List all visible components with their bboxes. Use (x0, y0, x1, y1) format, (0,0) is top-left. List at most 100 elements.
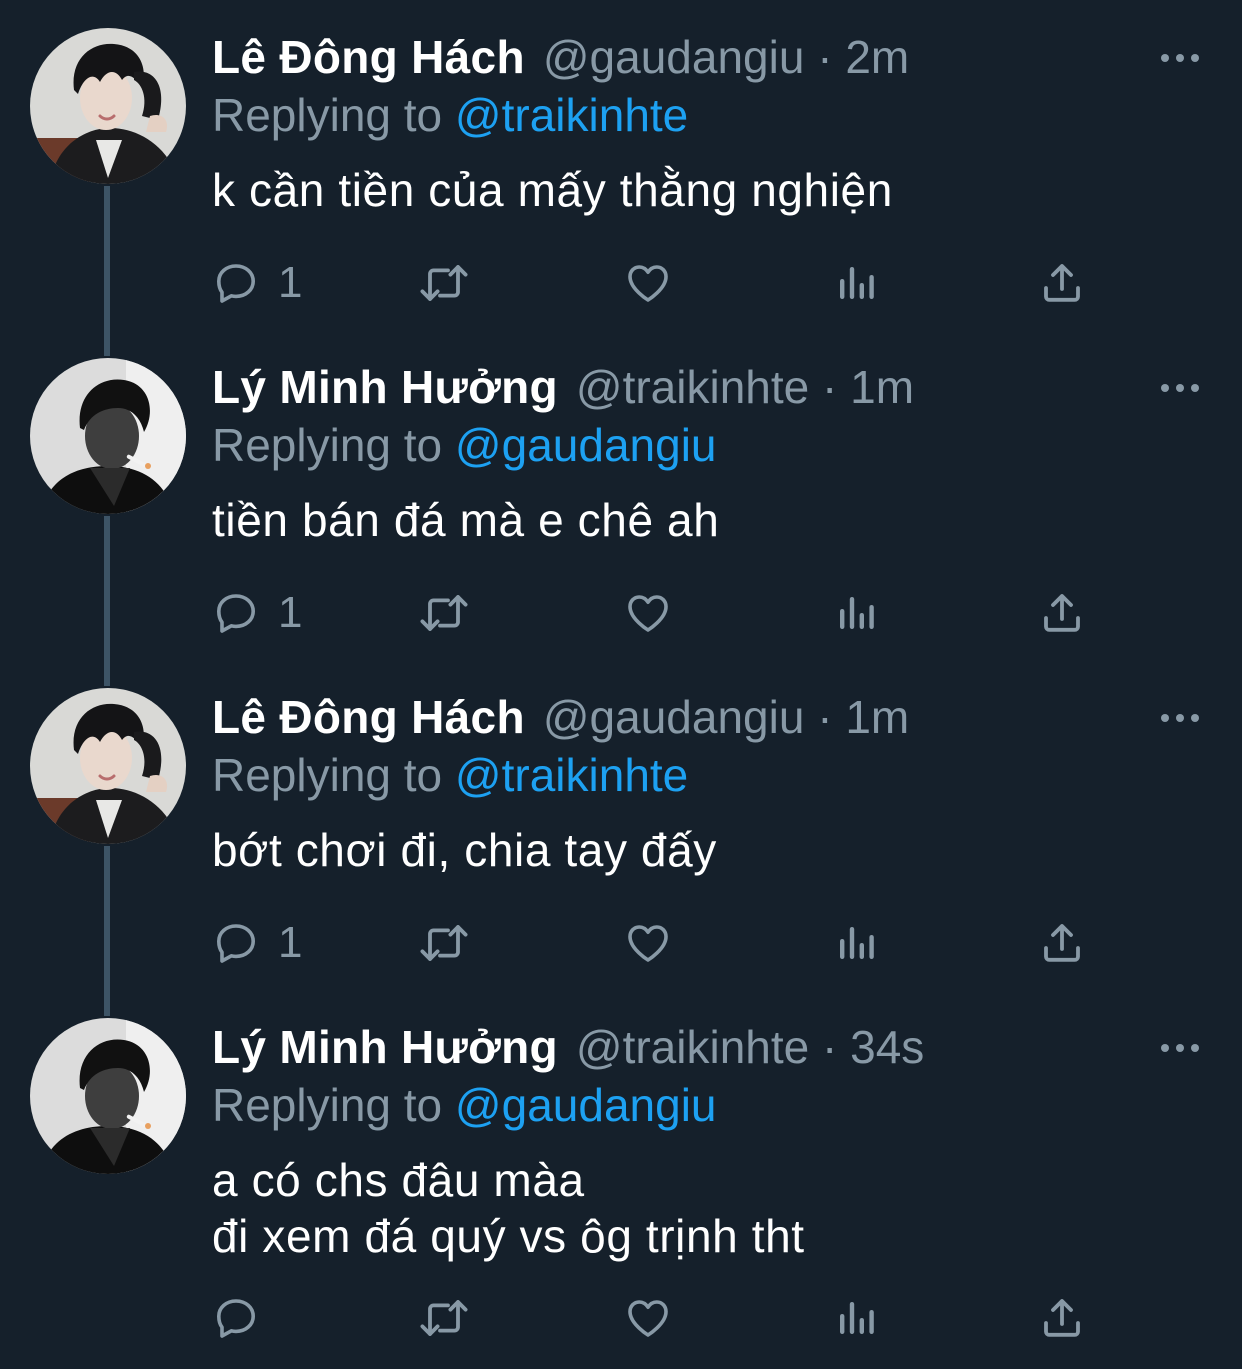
tweet-actions: 1 (212, 915, 1112, 971)
tweet-meta: @gaudangiu · 1m (543, 691, 909, 743)
separator-dot: · (804, 31, 846, 83)
analytics-icon (832, 919, 880, 967)
display-name[interactable]: Lê Đông Hách (212, 691, 525, 743)
tweet-item[interactable]: Lê Đông Hách @gaudangiu · 1m Replying to @… (0, 660, 1242, 990)
tweet-text-line: k cần tiền của mấy thằng nghiện (212, 164, 893, 216)
timestamp[interactable]: 2m (845, 31, 909, 83)
replying-to-label: Replying to (212, 749, 443, 801)
like-button[interactable] (624, 1290, 672, 1346)
share-button[interactable] (1038, 255, 1086, 311)
tweet-text-line: tiền bán đá mà e chê ah (212, 494, 720, 546)
analytics-button[interactable] (832, 585, 880, 641)
heart-icon (624, 1294, 672, 1342)
replying-to-label: Replying to (212, 89, 443, 141)
retweet-icon (416, 259, 472, 307)
replying-to-label: Replying to (212, 1079, 443, 1131)
more-icon[interactable] (1156, 376, 1204, 400)
share-icon (1038, 1294, 1086, 1342)
replying-to-handle[interactable]: @traikinhte (455, 749, 688, 801)
reply-button[interactable] (212, 1290, 278, 1346)
user-handle[interactable]: @traikinhte (576, 361, 809, 413)
tweet-text: bớt chơi đi, chia tay đấy (212, 822, 717, 878)
heart-icon (624, 259, 672, 307)
tweet-text: a có chs đâu màa đi xem đá quý vs ôg trịn… (212, 1152, 805, 1264)
tweet-thread: Lê Đông Hách @gaudangiu · 2m Replying to @… (0, 0, 1242, 1369)
like-button[interactable] (624, 585, 672, 641)
tweet-item[interactable]: Lê Đông Hách @gaudangiu · 2m Replying to @… (0, 0, 1242, 330)
tweet-header: Lê Đông Hách @gaudangiu · 1m (212, 688, 909, 746)
retweet-button[interactable] (416, 915, 472, 971)
tweet-header: Lê Đông Hách @gaudangiu · 2m (212, 28, 909, 86)
replying-to: Replying to @traikinhte (212, 86, 688, 144)
tweet-actions: 1 (212, 585, 1112, 641)
retweet-button[interactable] (416, 1290, 472, 1346)
analytics-icon (832, 589, 880, 637)
analytics-button[interactable] (832, 1290, 880, 1346)
tweet-header: Lý Minh Hưởng @traikinhte · 1m (212, 358, 914, 416)
tweet-meta: @traikinhte · 1m (576, 361, 914, 413)
heart-icon (624, 589, 672, 637)
reply-count: 1 (278, 918, 303, 967)
replying-to: Replying to @traikinhte (212, 746, 688, 804)
tweet-item[interactable]: Lý Minh Hưởng @traikinhte · 1m Replying to… (0, 330, 1242, 660)
reply-icon (212, 589, 260, 637)
tweet-actions (212, 1290, 1112, 1346)
like-button[interactable] (624, 915, 672, 971)
tweet-text-line: đi xem đá quý vs ôg trịnh tht (212, 1210, 805, 1262)
tweet-text-line: bớt chơi đi, chia tay đấy (212, 824, 717, 876)
reply-button[interactable]: 1 (212, 585, 302, 641)
replying-to-handle[interactable]: @gaudangiu (455, 419, 717, 471)
avatar[interactable] (30, 28, 186, 184)
retweet-button[interactable] (416, 255, 472, 311)
display-name[interactable]: Lý Minh Hưởng (212, 361, 558, 413)
analytics-icon (832, 259, 880, 307)
separator-dot: · (809, 361, 851, 413)
avatar[interactable] (30, 1018, 186, 1174)
share-icon (1038, 919, 1086, 967)
reply-button[interactable]: 1 (212, 915, 302, 971)
retweet-button[interactable] (416, 585, 472, 641)
reply-icon (212, 919, 260, 967)
timestamp[interactable]: 34s (850, 1021, 924, 1073)
reply-button[interactable]: 1 (212, 255, 302, 311)
display-name[interactable]: Lý Minh Hưởng (212, 1021, 558, 1073)
avatar[interactable] (30, 688, 186, 844)
avatar[interactable] (30, 358, 186, 514)
reply-icon (212, 259, 260, 307)
more-icon[interactable] (1156, 46, 1204, 70)
tweet-text: tiền bán đá mà e chê ah (212, 492, 719, 548)
tweet-meta: @traikinhte · 34s (576, 1021, 924, 1073)
separator-dot: · (804, 691, 846, 743)
user-handle[interactable]: @gaudangiu (543, 31, 805, 83)
tweet-actions: 1 (212, 255, 1112, 311)
display-name[interactable]: Lê Đông Hách (212, 31, 525, 83)
timestamp[interactable]: 1m (845, 691, 909, 743)
tweet-meta: @gaudangiu · 2m (543, 31, 909, 83)
replying-to-label: Replying to (212, 419, 443, 471)
separator-dot: · (809, 1021, 851, 1073)
replying-to-handle[interactable]: @traikinhte (455, 89, 688, 141)
tweet-text-line: a có chs đâu màa (212, 1154, 585, 1206)
analytics-button[interactable] (832, 915, 880, 971)
user-handle[interactable]: @gaudangiu (543, 691, 805, 743)
share-button[interactable] (1038, 915, 1086, 971)
analytics-button[interactable] (832, 255, 880, 311)
share-button[interactable] (1038, 585, 1086, 641)
share-button[interactable] (1038, 1290, 1086, 1346)
retweet-icon (416, 1294, 472, 1342)
replying-to: Replying to @gaudangiu (212, 1076, 717, 1134)
user-handle[interactable]: @traikinhte (576, 1021, 809, 1073)
retweet-icon (416, 589, 472, 637)
timestamp[interactable]: 1m (850, 361, 914, 413)
reply-count: 1 (278, 258, 303, 307)
tweet-item[interactable]: Lý Minh Hưởng @traikinhte · 34s Replying t… (0, 990, 1242, 1338)
reply-icon (212, 1294, 260, 1342)
replying-to: Replying to @gaudangiu (212, 416, 717, 474)
replying-to-handle[interactable]: @gaudangiu (455, 1079, 717, 1131)
heart-icon (624, 919, 672, 967)
like-button[interactable] (624, 255, 672, 311)
tweet-text: k cần tiền của mấy thằng nghiện (212, 162, 893, 218)
more-icon[interactable] (1156, 706, 1204, 730)
tweet-header: Lý Minh Hưởng @traikinhte · 34s (212, 1018, 924, 1076)
more-icon[interactable] (1156, 1036, 1204, 1060)
